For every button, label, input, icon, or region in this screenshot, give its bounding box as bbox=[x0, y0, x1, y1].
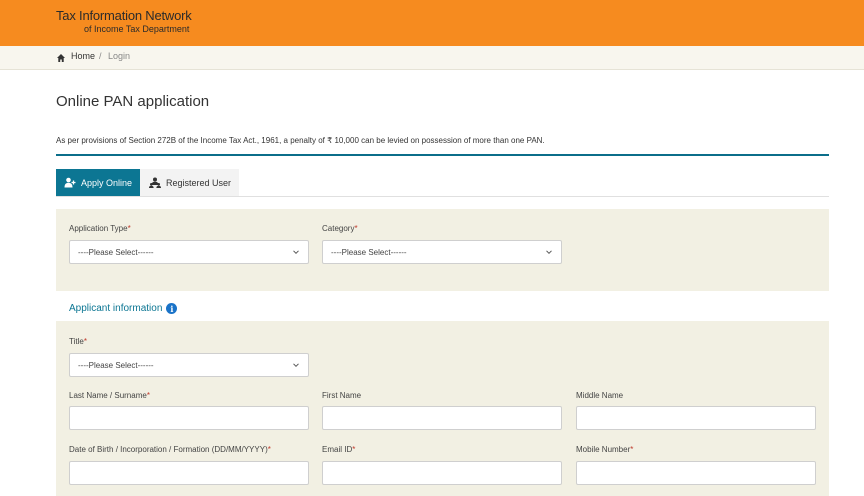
applicant-information-heading: Applicant information i bbox=[69, 303, 178, 314]
dob-input[interactable] bbox=[69, 461, 309, 485]
email-label: Email ID* bbox=[322, 445, 356, 454]
last-name-label: Last Name / Surname* bbox=[69, 391, 150, 400]
tab-registered-user-label: Registered User bbox=[166, 177, 232, 188]
first-name-label: First Name bbox=[322, 391, 362, 400]
category-label: Category* bbox=[322, 224, 358, 233]
title-select[interactable]: ----Please Select------ bbox=[69, 353, 309, 377]
chevron-down-icon bbox=[293, 363, 299, 368]
last-name-input[interactable] bbox=[69, 406, 309, 430]
application-type-label: Application Type* bbox=[69, 224, 131, 233]
tab-apply-online[interactable]: Apply Online bbox=[56, 169, 140, 196]
breadcrumb: Home / Login bbox=[0, 46, 864, 70]
site-header: Tax Information Network of Income Tax De… bbox=[0, 0, 864, 46]
mobile-input[interactable] bbox=[576, 461, 816, 485]
page-title: Online PAN application bbox=[56, 93, 210, 110]
site-title[interactable]: Tax Information Network bbox=[56, 8, 192, 23]
user-plus-icon bbox=[64, 177, 76, 188]
breadcrumb-separator: / bbox=[99, 51, 102, 61]
site-subtitle: of Income Tax Department bbox=[84, 24, 190, 34]
tab-divider bbox=[56, 196, 829, 197]
email-input[interactable] bbox=[322, 461, 562, 485]
chevron-down-icon bbox=[546, 250, 552, 255]
middle-name-input[interactable] bbox=[576, 406, 816, 430]
home-icon[interactable] bbox=[56, 53, 66, 63]
category-select[interactable]: ----Please Select------ bbox=[322, 240, 562, 264]
dob-label: Date of Birth / Incorporation / Formatio… bbox=[69, 445, 271, 454]
breadcrumb-current: Login bbox=[108, 51, 131, 61]
chevron-down-icon bbox=[293, 250, 299, 255]
application-type-select[interactable]: ----Please Select------ bbox=[69, 240, 309, 264]
title-label: Title* bbox=[69, 337, 87, 346]
info-icon[interactable]: i bbox=[166, 303, 178, 314]
mobile-label: Mobile Number* bbox=[576, 445, 634, 454]
first-name-input[interactable] bbox=[322, 406, 562, 430]
breadcrumb-home-link[interactable]: Home bbox=[71, 51, 95, 61]
users-icon bbox=[149, 177, 161, 188]
penalty-notice: As per provisions of Section 272B of the… bbox=[56, 136, 545, 145]
tab-registered-user[interactable]: Registered User bbox=[140, 169, 239, 196]
middle-name-label: Middle Name bbox=[576, 391, 624, 400]
tab-apply-online-label: Apply Online bbox=[81, 177, 133, 188]
divider bbox=[56, 154, 829, 156]
